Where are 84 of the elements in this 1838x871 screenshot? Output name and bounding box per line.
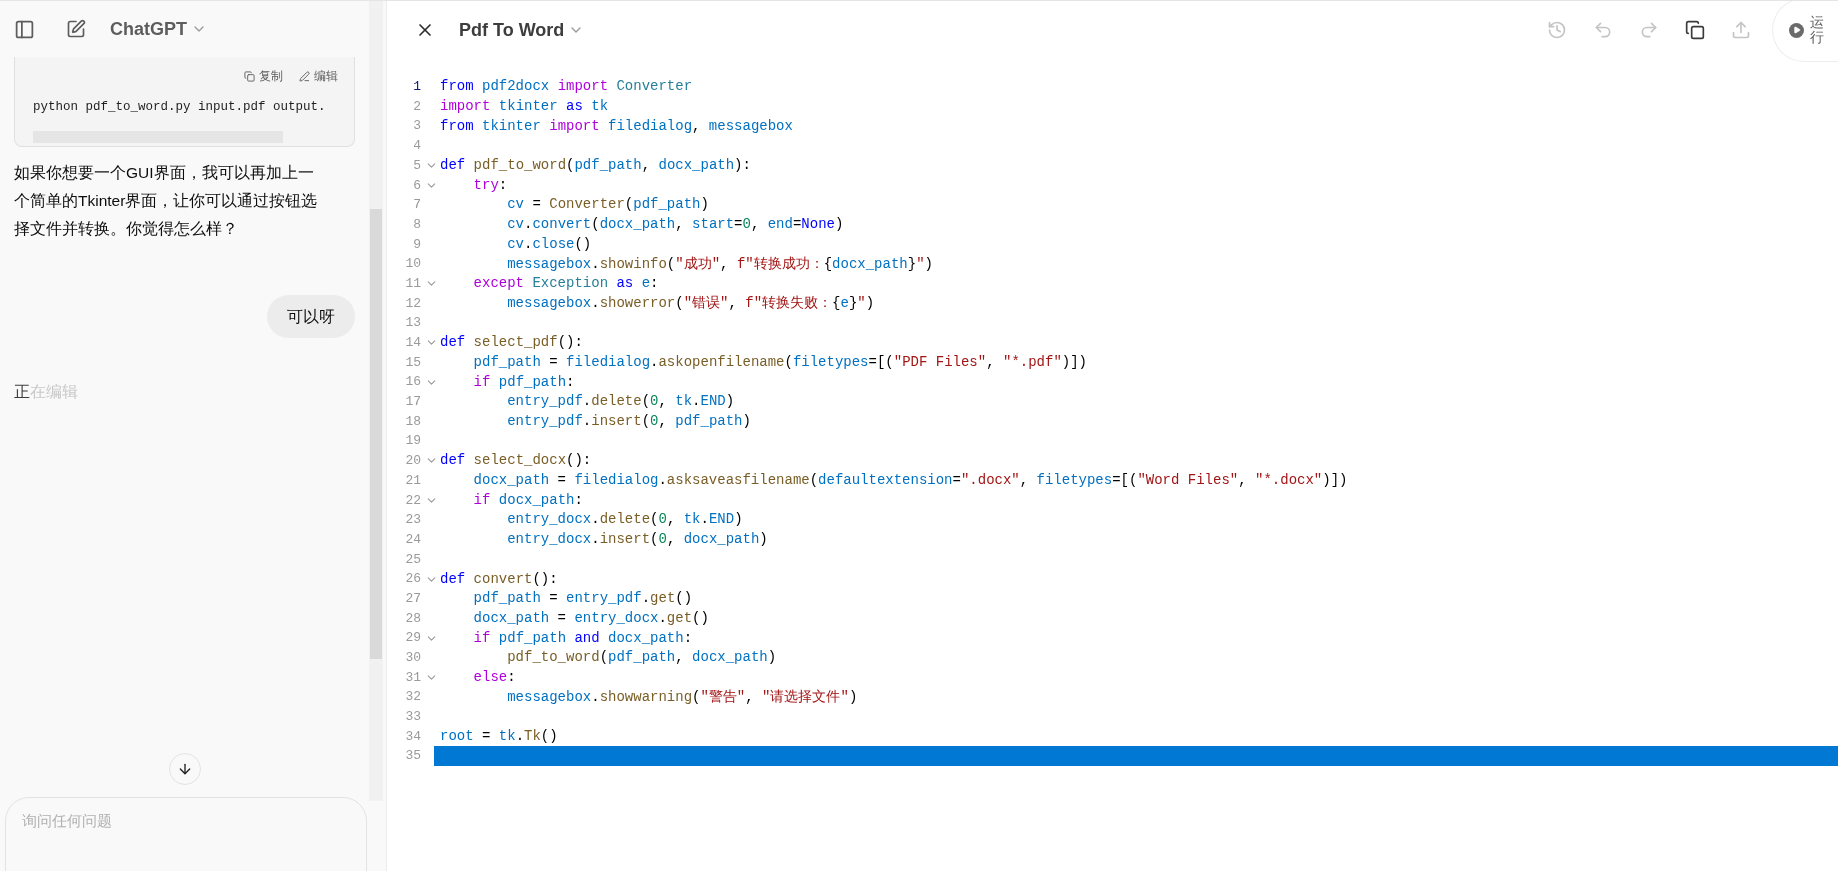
line-number: 2 (412, 97, 421, 116)
line-number: 32 (404, 688, 421, 707)
line-number: 27 (404, 589, 421, 608)
line-number: 34 (404, 727, 421, 746)
copy-icon (244, 70, 255, 82)
code-line: cv.close() (506, 234, 592, 254)
line-number: 6 (412, 176, 421, 195)
line-number: 10 (404, 255, 421, 274)
line-number: 33 (404, 708, 421, 727)
model-selector[interactable]: ChatGPT (110, 15, 207, 43)
code-line: pdf_to_word(pdf_path, docx_path) (506, 648, 777, 668)
code-line: else: (472, 667, 516, 687)
message-input[interactable]: 询问任何问题 (22, 810, 350, 833)
upload-icon (1731, 20, 1751, 40)
line-number: 13 (404, 314, 421, 333)
edit-button[interactable]: 编辑 (299, 67, 338, 85)
scroll-down-button[interactable] (168, 753, 201, 785)
scrollbar[interactable] (369, 1, 383, 801)
code-line: if pdf_path and docx_path: (472, 628, 693, 648)
code-line: messagebox.showwarning("警告", "请选择文件") (506, 687, 858, 707)
line-number: 7 (412, 196, 421, 215)
line-number: 24 (404, 530, 421, 549)
line-number: 16 (404, 373, 421, 392)
code-line: def convert(): (440, 569, 558, 589)
line-number: 15 (404, 353, 421, 372)
code-line: def select_docx(): (440, 451, 592, 471)
line-number: 11 (404, 274, 421, 293)
line-number: 29 (404, 629, 421, 648)
assistant-message: 如果你想要一个GUI界面，我可以再加上一个简单的Tkinter界面，让你可以通过按钮选择文件并转换。你觉得怎么样？ (14, 163, 319, 239)
line-number: 14 (404, 334, 421, 353)
code-line: entry_pdf.delete(0, tk.END) (506, 392, 735, 412)
sidebar-icon (13, 18, 35, 40)
code-line: if pdf_path: (472, 372, 575, 392)
play-icon (1789, 22, 1804, 38)
line-number: 31 (404, 668, 421, 687)
code-line: entry_pdf.insert(0, pdf_path) (506, 412, 751, 432)
code-line: entry_docx.insert(0, docx_path) (506, 530, 768, 550)
line-number: 23 (404, 511, 421, 530)
code-line: cv = Converter(pdf_path) (506, 195, 709, 215)
line-number: 9 (412, 235, 421, 254)
line-number: 21 (404, 471, 421, 490)
code-line: docx_path = filedialog.asksaveasfilename(defaultextension=".docx", filetypes=[("Word Files", "*.docx")]) (472, 471, 1348, 491)
copy-icon (1685, 20, 1705, 40)
copy-button[interactable]: 复制 (244, 67, 283, 85)
line-number: 26 (404, 570, 421, 589)
code-line: except Exception as e: (472, 274, 659, 294)
code-line: pdf_path = entry_pdf.get() (472, 589, 693, 609)
pen-square-icon (66, 19, 86, 39)
code-line: def pdf_to_word(pdf_path, docx_path): (440, 156, 751, 176)
history-icon (1547, 20, 1567, 40)
line-number: 18 (404, 412, 421, 431)
code-line: messagebox.showerror("错误", f"转换失败：{e}") (506, 293, 875, 313)
line-number: 28 (404, 609, 421, 628)
document-title[interactable]: Pdf To Word (459, 16, 585, 44)
line-number: 17 (404, 393, 421, 412)
code-line: from pdf2docx import Converter (440, 77, 693, 97)
redo-icon (1639, 20, 1659, 40)
line-number: 8 (412, 215, 421, 234)
line-number: 22 (404, 491, 421, 510)
code-line: import tkinter as tk (440, 97, 609, 117)
code-text: python pdf_to_word.py input.pdf output. (33, 100, 326, 114)
line-number: 35 (404, 747, 421, 766)
code-line: try: (472, 175, 508, 195)
line-number: 5 (412, 156, 421, 175)
undo-icon (1593, 20, 1613, 40)
line-number: 19 (404, 432, 421, 451)
code-line: if docx_path: (472, 490, 583, 510)
code-line: cv.convert(docx_path, start=0, end=None) (506, 215, 844, 235)
line-number: 4 (412, 137, 421, 156)
code-line: root = tk.Tk() (440, 727, 558, 747)
code-line: from tkinter import filedialog, messagebox (440, 116, 793, 136)
line-number: 1 (412, 78, 421, 97)
code-line: pdf_path = filedialog.askopenfilename(filetypes=[("PDF Files", "*.pdf")]) (472, 352, 1087, 372)
code-line: docx_path = entry_docx.get() (472, 608, 709, 628)
line-number: 25 (404, 550, 421, 569)
line-number: 30 (404, 649, 421, 668)
code-line: messagebox.showinfo("成功", f"转换成功：{docx_path}") (506, 254, 933, 274)
user-message: 可以呀 (267, 295, 355, 339)
code-line: entry_docx.delete(0, tk.END) (506, 510, 743, 530)
line-number: 12 (404, 294, 421, 313)
line-number: 20 (404, 452, 421, 471)
line-number: 3 (412, 117, 421, 136)
pen-icon (299, 70, 310, 82)
code-line: def select_pdf(): (440, 333, 583, 353)
